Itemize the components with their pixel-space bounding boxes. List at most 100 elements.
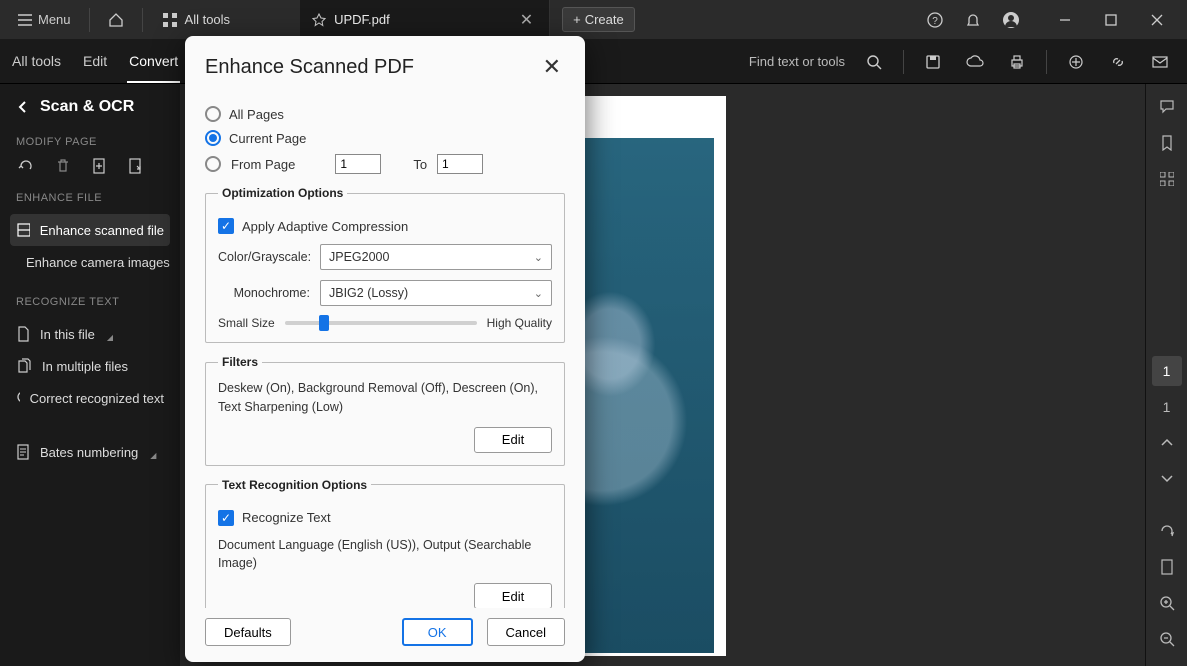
bookmark-panel-button[interactable] bbox=[1152, 128, 1182, 158]
alltools-label: All tools bbox=[185, 12, 231, 27]
page-indicator-current[interactable]: 1 bbox=[1152, 356, 1182, 386]
maximize-icon bbox=[1105, 14, 1117, 26]
enhance-dialog: Enhance Scanned PDF ✕ All Pages Current … bbox=[185, 36, 585, 662]
sidebar-item-correct[interactable]: Correct recognized text bbox=[10, 382, 170, 414]
dialog-close-button[interactable]: ✕ bbox=[539, 50, 565, 84]
trash-icon bbox=[56, 158, 70, 174]
slider-thumb[interactable] bbox=[319, 315, 329, 331]
share-button[interactable] bbox=[1059, 45, 1093, 79]
chevron-left-icon bbox=[16, 100, 30, 114]
sidebar-item-label: Correct recognized text bbox=[30, 391, 164, 406]
grid-icon bbox=[163, 13, 177, 27]
rotate-button[interactable] bbox=[18, 158, 34, 174]
enhance-scan-icon bbox=[16, 222, 30, 238]
star-icon bbox=[312, 13, 326, 27]
adaptive-label: Apply Adaptive Compression bbox=[242, 219, 408, 234]
nav-edit[interactable]: Edit bbox=[81, 41, 109, 83]
ok-button[interactable]: OK bbox=[402, 618, 473, 646]
menu-button[interactable]: Menu bbox=[8, 6, 81, 33]
share-icon bbox=[1068, 54, 1084, 70]
minimize-button[interactable] bbox=[1043, 2, 1087, 38]
print-button[interactable] bbox=[1000, 45, 1034, 79]
email-icon bbox=[1152, 55, 1168, 69]
alltools-chip[interactable]: All tools bbox=[151, 6, 243, 33]
tab-close-button[interactable]: ✕ bbox=[516, 10, 537, 30]
page-down-button[interactable] bbox=[1152, 464, 1182, 494]
nav-convert[interactable]: Convert bbox=[127, 41, 180, 83]
search-icon bbox=[866, 54, 882, 70]
chevron-corner-icon: ◢ bbox=[150, 451, 156, 460]
chevron-up-icon bbox=[1161, 438, 1173, 448]
email-button[interactable] bbox=[1143, 45, 1177, 79]
filters-edit-button[interactable]: Edit bbox=[474, 427, 552, 453]
sidebar-item-bates[interactable]: Bates numbering ◢ bbox=[10, 436, 170, 468]
radio-all-pages-label: All Pages bbox=[229, 107, 284, 122]
mono-select[interactable]: JBIG2 (Lossy) ⌄ bbox=[320, 280, 552, 306]
page-extract-icon bbox=[128, 158, 142, 174]
rotate-icon bbox=[1159, 523, 1175, 539]
nav-alltools[interactable]: All tools bbox=[10, 41, 63, 83]
thumbnails-button[interactable] bbox=[1152, 164, 1182, 194]
notifications-button[interactable] bbox=[955, 2, 991, 38]
help-button[interactable]: ? bbox=[917, 2, 953, 38]
recognize-text-checkbox[interactable]: ✓ bbox=[218, 510, 234, 526]
zoom-in-button[interactable] bbox=[1152, 588, 1182, 618]
sidebar-item-label: In multiple files bbox=[42, 359, 128, 374]
sidebar-item-in-multiple[interactable]: In multiple files bbox=[10, 350, 170, 382]
adaptive-compression-checkbox[interactable]: ✓ bbox=[218, 218, 234, 234]
defaults-button[interactable]: Defaults bbox=[205, 618, 291, 646]
text-recognition-edit-button[interactable]: Edit bbox=[474, 583, 552, 608]
separator bbox=[1046, 50, 1047, 74]
quality-slider[interactable] bbox=[285, 321, 477, 325]
separator bbox=[903, 50, 904, 74]
account-button[interactable] bbox=[993, 2, 1029, 38]
delete-button[interactable] bbox=[56, 158, 70, 174]
sidebar-item-label: In this file bbox=[40, 327, 95, 342]
cancel-button[interactable]: Cancel bbox=[487, 618, 565, 646]
separator bbox=[142, 8, 143, 32]
secondbar: All tools Edit Convert Find text or tool… bbox=[0, 40, 1187, 84]
search-button[interactable] bbox=[857, 45, 891, 79]
cloud-button[interactable] bbox=[958, 45, 992, 79]
sidebar-item-enhance-camera[interactable]: Enhance camera images bbox=[10, 246, 170, 278]
rotate-view-button[interactable] bbox=[1152, 516, 1182, 546]
document-tab[interactable]: UPDF.pdf ✕ bbox=[300, 0, 550, 40]
print-icon bbox=[1009, 54, 1025, 70]
color-select[interactable]: JPEG2000 ⌄ bbox=[320, 244, 552, 270]
zoom-out-button[interactable] bbox=[1152, 624, 1182, 654]
home-icon bbox=[108, 12, 124, 28]
maximize-button[interactable] bbox=[1089, 2, 1133, 38]
recognize-text-label: Recognize Text bbox=[242, 510, 331, 525]
magnify-text-icon bbox=[16, 390, 20, 406]
back-header[interactable]: Scan & OCR bbox=[10, 98, 170, 116]
sidebar-item-in-this-file[interactable]: In this file ◢ bbox=[10, 318, 170, 350]
close-icon bbox=[1151, 14, 1163, 26]
save-button[interactable] bbox=[916, 45, 950, 79]
close-window-button[interactable] bbox=[1135, 2, 1179, 38]
to-page-input[interactable] bbox=[437, 154, 483, 174]
fit-page-button[interactable] bbox=[1152, 552, 1182, 582]
minimize-icon bbox=[1059, 14, 1071, 26]
mono-value: JBIG2 (Lossy) bbox=[329, 286, 408, 300]
filters-fieldset: Filters Deskew (On), Background Removal … bbox=[205, 355, 565, 466]
radio-all-pages[interactable] bbox=[205, 106, 221, 122]
insert-button[interactable] bbox=[92, 158, 106, 174]
filters-text: Deskew (On), Background Removal (Off), D… bbox=[218, 379, 552, 417]
page-up-button[interactable] bbox=[1152, 428, 1182, 458]
link-button[interactable] bbox=[1101, 45, 1135, 79]
create-button[interactable]: + Create bbox=[562, 7, 635, 32]
bates-icon bbox=[16, 444, 30, 460]
home-button[interactable] bbox=[98, 2, 134, 38]
fit-page-icon bbox=[1160, 559, 1174, 575]
comment-panel-button[interactable] bbox=[1152, 92, 1182, 122]
text-recognition-fieldset: Text Recognition Options ✓ Recognize Tex… bbox=[205, 478, 565, 609]
filters-legend: Filters bbox=[218, 355, 262, 369]
sidebar-item-enhance-scanned[interactable]: Enhance scanned file bbox=[10, 214, 170, 246]
page-indicator-total: 1 bbox=[1152, 392, 1182, 422]
extract-button[interactable] bbox=[128, 158, 142, 174]
chevron-down-icon: ⌄ bbox=[534, 287, 543, 300]
radio-current-page[interactable] bbox=[205, 130, 221, 146]
radio-from-page[interactable] bbox=[205, 156, 221, 172]
from-page-input[interactable] bbox=[335, 154, 381, 174]
sidebar-item-label: Enhance camera images bbox=[26, 255, 170, 270]
